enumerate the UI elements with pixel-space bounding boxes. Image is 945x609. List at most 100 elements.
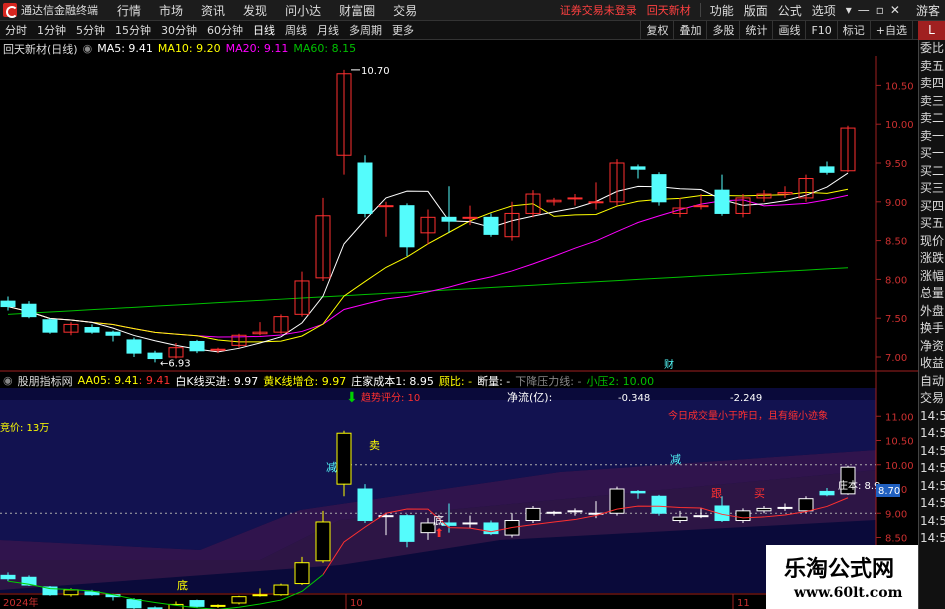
sub-candle-body xyxy=(693,515,709,518)
candle-body xyxy=(630,166,646,170)
quote-field-6: 买一 xyxy=(920,146,945,160)
quote-field-24: 14:56 xyxy=(920,461,945,475)
candle-body xyxy=(651,174,667,203)
volume-warning-label: 今日成交量小于昨日，且有缩小迹象 xyxy=(668,409,828,422)
ma60-line xyxy=(7,267,849,315)
main-axis-label: 10.00 xyxy=(885,120,914,131)
follow-marker: 跟 xyxy=(711,487,722,500)
buy-marker: 买 xyxy=(754,487,765,500)
quote-field-9: 买四 xyxy=(920,198,945,213)
sub-axis-label: 9.00 xyxy=(885,509,907,520)
sub-candle-body xyxy=(357,488,373,522)
quote-field-19: 自动 xyxy=(920,373,945,388)
quote-field-22: 14:56 xyxy=(920,426,945,440)
quote-field-17: 净资 xyxy=(920,338,945,353)
candle-body xyxy=(693,205,709,208)
sub-axis-label: 10.50 xyxy=(885,437,914,448)
time-axis-label: 2024年 xyxy=(3,596,38,609)
quote-field-7: 买二 xyxy=(920,163,945,178)
quote-field-16: 换手 xyxy=(920,321,945,335)
trend-score-label: 趋势评分: 10 xyxy=(361,391,420,404)
candle-body xyxy=(399,205,415,248)
quote-field-18: 收益 xyxy=(920,356,945,370)
sub-candle-body xyxy=(231,596,247,604)
high-price-label: 10.70 xyxy=(361,66,390,77)
quote-field-1: 卖五 xyxy=(920,58,945,73)
trend-arrow-icon: ⬇ xyxy=(346,390,358,406)
main-axis-label: 8.50 xyxy=(885,237,907,248)
main-axis-label: 7.50 xyxy=(885,314,907,325)
quote-sidebar: 委比 卖五 卖四 卖三 卖二 卖一 买一 买二 买三 买四 买五 现价 涨跌 涨幅 总量 外盘 换手 净资 收益 自动… xyxy=(918,40,945,609)
quote-field-12: 涨跌 xyxy=(920,251,945,265)
sub-candle-body xyxy=(63,589,79,596)
quote-field-27: 14:56 xyxy=(920,513,945,528)
low-price-label: ←6.93 xyxy=(160,358,191,369)
candle-body xyxy=(21,303,37,318)
finance-event-marker: 财 xyxy=(664,358,674,371)
quote-field-15: 外盘 xyxy=(920,303,945,318)
time-axis-label: 10 xyxy=(350,598,363,609)
candle-body xyxy=(567,197,583,200)
sub-candle-body xyxy=(525,507,541,522)
candle-body xyxy=(189,340,205,352)
reduce-marker-1: 减 xyxy=(326,461,337,474)
main-axis-label: 8.00 xyxy=(885,275,907,286)
candle-body xyxy=(357,162,373,214)
sub-candle-body xyxy=(777,506,793,509)
main-axis-label: 7.00 xyxy=(885,353,907,364)
watermark-logo: 乐淘公式网 www.60lt.com xyxy=(766,545,918,609)
candle-body xyxy=(819,166,835,173)
candle-body xyxy=(210,348,226,351)
quote-field-13: 涨幅 xyxy=(920,268,945,283)
sub-candle-body xyxy=(546,511,562,514)
candle-body xyxy=(483,216,499,235)
quote-field-8: 买三 xyxy=(920,181,945,195)
sub-candle-body xyxy=(399,515,415,542)
sub-candle-body xyxy=(294,562,310,585)
sub-candle-body xyxy=(567,510,583,513)
candle-body xyxy=(105,331,121,336)
quote-field-25: 14:56 xyxy=(920,478,945,493)
quote-field-10: 买五 xyxy=(920,216,945,230)
bottom-marker-1: 底 xyxy=(177,578,188,592)
sub-candle-body xyxy=(735,510,751,522)
sub-axis-label: 10.00 xyxy=(885,461,914,472)
cost-line-label: 庄本: 8.9 xyxy=(838,479,880,492)
sub-candle-body xyxy=(126,599,142,609)
watermark-url: www.60lt.com xyxy=(794,585,903,601)
sub-candle-body xyxy=(336,432,352,485)
side-header[interactable]: L xyxy=(918,21,945,40)
candle-body xyxy=(714,189,730,214)
sell-marker: 卖 xyxy=(369,439,380,452)
bottom-marker-2: 底 xyxy=(433,513,444,527)
quote-field-2: 卖四 xyxy=(920,76,945,90)
quote-field-5: 卖一 xyxy=(920,128,945,143)
quote-field-21: 14:56 xyxy=(920,408,945,423)
sub-candle-body xyxy=(462,522,478,525)
cost-box-label: 8.70 xyxy=(878,486,900,497)
sub-candle-body xyxy=(210,604,226,607)
quote-field-3: 卖三 xyxy=(920,93,945,108)
sub-candle-body xyxy=(819,490,835,496)
quote-field-26: 14:56 xyxy=(920,496,945,510)
main-axis-label: 9.50 xyxy=(885,159,907,170)
candle-body xyxy=(588,201,604,204)
sub-candle-body xyxy=(798,498,814,512)
sub-candle-body xyxy=(252,594,268,597)
candle-body xyxy=(42,319,58,333)
candle-body xyxy=(378,205,394,208)
net-flow-label: 净流(亿): xyxy=(507,390,552,404)
bid-price-label: 竞价: 13万 xyxy=(0,421,49,434)
quote-field-14: 总量 xyxy=(920,286,945,300)
watermark-title: 乐淘公式网 xyxy=(784,557,895,582)
buy-arrow-icon: ⬆ xyxy=(434,526,444,540)
time-axis-label: 11 xyxy=(737,598,750,609)
net-flow-value-1: -0.348 xyxy=(618,393,650,404)
candle-body xyxy=(0,300,16,308)
reduce-marker-2: 减 xyxy=(670,453,681,466)
quote-field-11: 现价 xyxy=(920,233,945,248)
sub-axis-label: 8.50 xyxy=(885,534,907,545)
kline-chart[interactable]: 10.50 10.00 9.50 9.00 8.50 8.00 7.50 7.00 11.00 1… xyxy=(0,0,918,609)
sub-candle-body xyxy=(315,521,331,562)
quote-field-20: 交易 xyxy=(920,391,945,405)
